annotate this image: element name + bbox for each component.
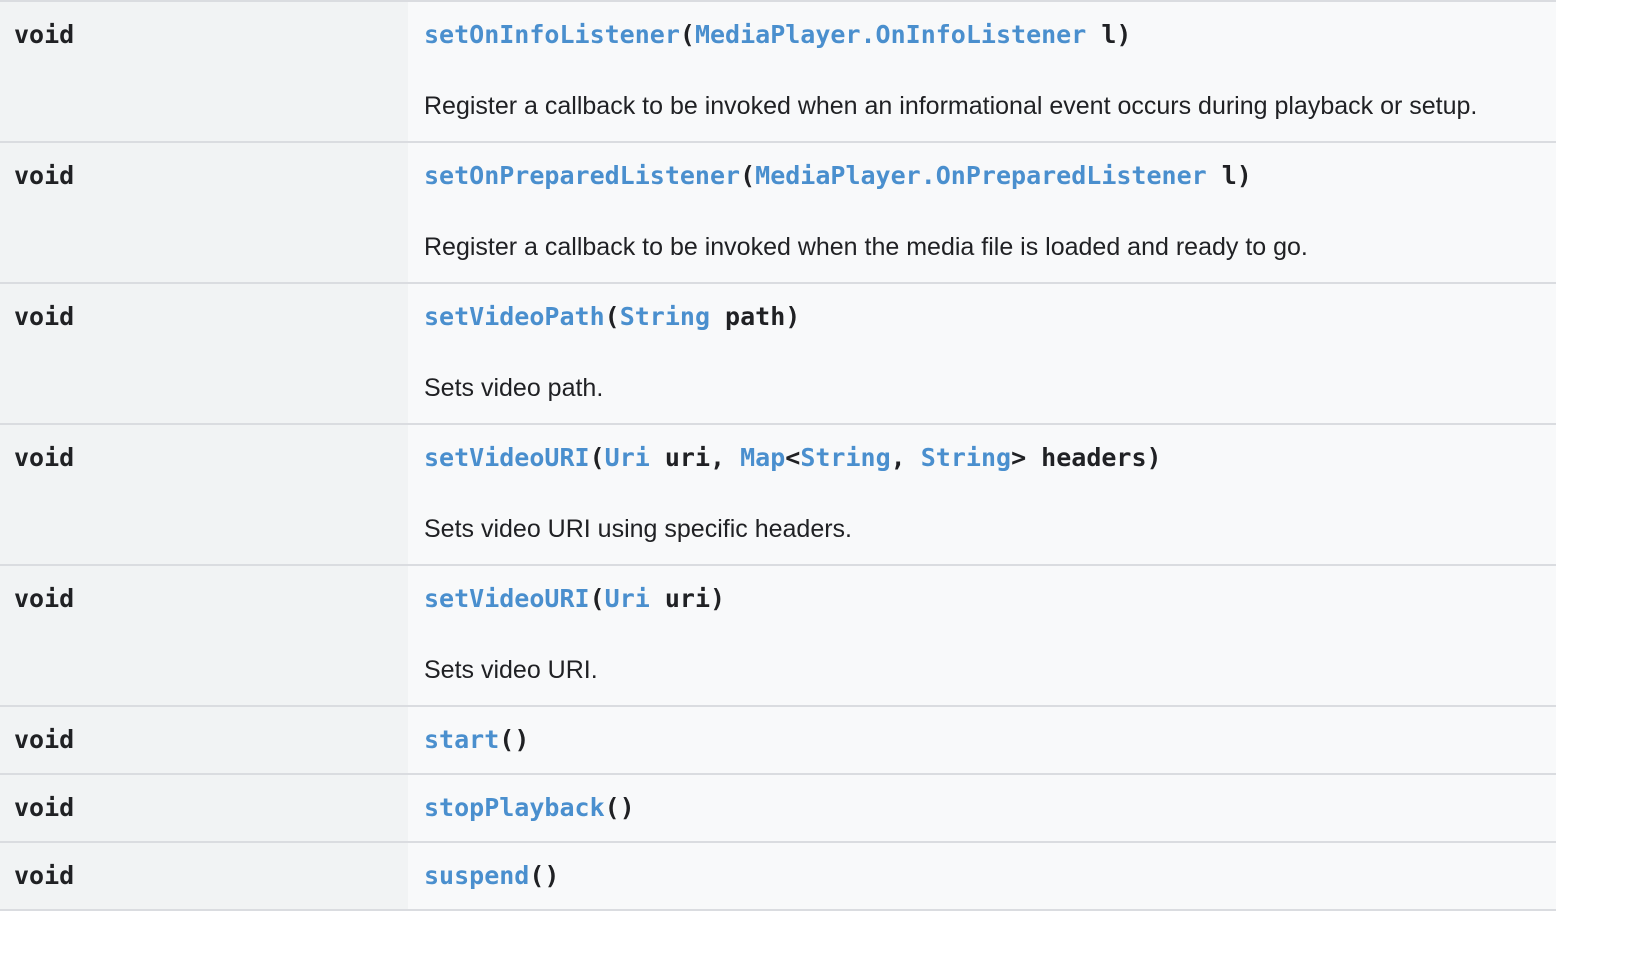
type-link[interactable]: String — [800, 443, 890, 472]
method-description: Register a callback to be invoked when t… — [424, 233, 1308, 261]
return-type: void — [0, 143, 408, 282]
type-link[interactable]: String — [620, 302, 710, 331]
signature-text: ( — [740, 161, 756, 190]
method-signature: setVideoURI(Uri uri, Map<String, String>… — [424, 441, 1540, 475]
signature-text: l) — [1086, 20, 1132, 49]
signature-text: () — [499, 725, 530, 754]
method-name-link[interactable]: start — [424, 725, 499, 754]
method-name-link[interactable]: setVideoURI — [424, 443, 590, 472]
signature-text: ( — [589, 443, 605, 472]
signature-text: ( — [589, 584, 605, 613]
return-type: void — [0, 566, 408, 705]
method-description: Register a callback to be invoked when a… — [424, 92, 1478, 120]
signature-text: () — [604, 793, 635, 822]
method-row: void setOnPreparedListener(MediaPlayer.On… — [0, 143, 1556, 284]
method-detail-cell: setVideoURI(Uri uri, Map<String, String>… — [408, 425, 1556, 564]
method-signature: setOnPreparedListener(MediaPlayer.OnPrep… — [424, 159, 1540, 193]
method-description: Sets video URI. — [424, 656, 598, 684]
method-name-link[interactable]: setVideoURI — [424, 584, 590, 613]
type-link[interactable]: Uri — [605, 584, 650, 613]
method-row: void start() — [0, 707, 1556, 775]
return-type: void — [0, 284, 408, 423]
type-link[interactable]: String — [921, 443, 1011, 472]
method-row: void stopPlayback() — [0, 775, 1556, 843]
method-description: Sets video URI using specific headers. — [424, 515, 852, 543]
method-detail-cell: setVideoPath(String path) Sets video path… — [408, 284, 1556, 423]
method-signature: setVideoPath(String path) — [424, 300, 1540, 334]
method-detail-cell: suspend() — [408, 843, 1556, 909]
method-signature: setOnInfoListener(MediaPlayer.OnInfoList… — [424, 18, 1540, 52]
method-signature: setVideoURI(Uri uri) — [424, 582, 1540, 616]
signature-text: uri) — [649, 584, 726, 613]
method-detail-cell: setVideoURI(Uri uri) Sets video URI. — [408, 566, 1556, 705]
signature-text: > headers) — [1011, 443, 1162, 472]
method-signature: suspend() — [424, 859, 1540, 893]
signature-text: uri, — [649, 443, 741, 472]
method-signature: start() — [424, 723, 1540, 757]
signature-text: () — [529, 861, 560, 890]
return-type: void — [0, 707, 408, 773]
signature-text: < — [785, 443, 801, 472]
type-link[interactable]: MediaPlayer.OnPreparedListener — [755, 161, 1207, 190]
method-row: void setVideoURI(Uri uri) Sets video URI. — [0, 566, 1556, 707]
type-link[interactable]: MediaPlayer.OnInfoListener — [695, 20, 1086, 49]
return-type: void — [0, 775, 408, 841]
method-name-link[interactable]: setVideoPath — [424, 302, 605, 331]
method-description: Sets video path. — [424, 374, 604, 402]
method-detail-cell: setOnInfoListener(MediaPlayer.OnInfoList… — [408, 2, 1556, 141]
signature-text: l) — [1206, 161, 1252, 190]
method-name-link[interactable]: suspend — [424, 861, 529, 890]
method-detail-cell: setOnPreparedListener(MediaPlayer.OnPrep… — [408, 143, 1556, 282]
return-type: void — [0, 2, 408, 141]
type-link[interactable]: Map — [740, 443, 785, 472]
signature-text: ( — [604, 302, 620, 331]
return-type: void — [0, 425, 408, 564]
return-type: void — [0, 843, 408, 909]
signature-text: , — [890, 443, 921, 472]
signature-text: path) — [710, 302, 801, 331]
method-row: void setVideoPath(String path) Sets video … — [0, 284, 1556, 425]
type-link[interactable]: Uri — [605, 443, 650, 472]
method-name-link[interactable]: setOnInfoListener — [424, 20, 680, 49]
method-row: void setOnInfoListener(MediaPlayer.OnInfo… — [0, 2, 1556, 143]
method-detail-cell: stopPlayback() — [408, 775, 1556, 841]
method-detail-cell: start() — [408, 707, 1556, 773]
method-row: void suspend() — [0, 843, 1556, 911]
method-name-link[interactable]: setOnPreparedListener — [424, 161, 740, 190]
method-name-link[interactable]: stopPlayback — [424, 793, 605, 822]
method-row: void setVideoURI(Uri uri, Map<String, Str… — [0, 425, 1556, 566]
signature-text: ( — [679, 20, 695, 49]
public-methods-table: void setOnInfoListener(MediaPlayer.OnInfo… — [0, 0, 1556, 911]
method-signature: stopPlayback() — [424, 791, 1540, 825]
